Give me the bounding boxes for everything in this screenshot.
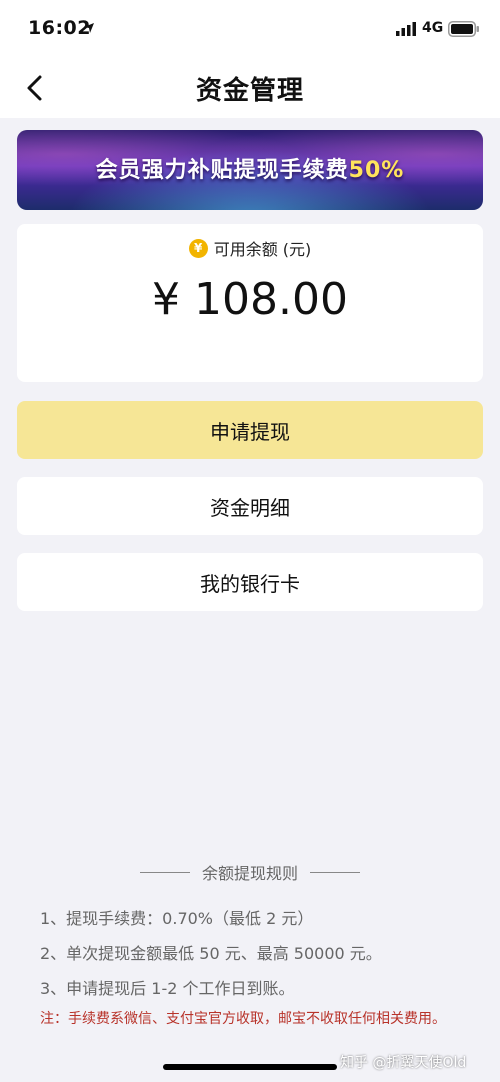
signal-icon: [396, 22, 416, 36]
page-title: 资金管理: [195, 76, 304, 106]
status-bar: 16:02 4G: [0, 0, 500, 58]
rules-title: 余额提现规则: [201, 864, 298, 883]
rules-list: 1、提现手续费：0.70%（最低 2 元） 2、单次提现金额最低 50 元、最高…: [40, 906, 480, 1011]
yen-coin-icon: ¥: [188, 238, 208, 258]
banner-highlight: 50%: [348, 158, 405, 183]
balance-label-row: ¥ 可用余额 (元): [17, 236, 483, 260]
battery-icon: [448, 21, 479, 37]
banner-main-text: 会员强力补贴提现手续费: [95, 158, 349, 183]
home-indicator[interactable]: [163, 1064, 337, 1070]
network-label: 4G: [422, 20, 444, 36]
divider-right: [310, 871, 360, 873]
bank-card-button[interactable]: 我的银行卡: [17, 553, 483, 611]
divider-left: [139, 871, 190, 873]
rule-item: 3、申请提现后 1-2 个工作日到账。: [40, 979, 295, 998]
rules-title-row: 余额提现规则: [0, 860, 500, 884]
banner-text: 会员强力补贴提现手续费50%: [17, 152, 483, 184]
rule-item: 1、提现手续费：0.70%（最低 2 元）: [40, 909, 314, 928]
watermark: 知乎 @折翼天使Old: [340, 1055, 467, 1071]
status-time: 16:02: [28, 17, 91, 39]
rule-item: 2、单次提现金额最低 50 元、最高 50000 元。: [40, 944, 382, 963]
fund-detail-button[interactable]: 资金明细: [17, 477, 483, 535]
rule-note: 注：手续费系微信、支付宝官方收取，邮宝不收取任何相关费用。: [40, 1011, 446, 1027]
nav-bar: 资金管理: [0, 58, 500, 118]
location-arrow-icon: [84, 23, 94, 33]
balance-card: ¥ 可用余额 (元) ¥ 108.00: [17, 224, 483, 382]
balance-amount: ¥ 108.00: [152, 274, 348, 325]
promo-banner[interactable]: 会员强力补贴提现手续费50%: [17, 130, 483, 210]
balance-label: 可用余额 (元): [213, 240, 312, 259]
withdraw-button[interactable]: 申请提现: [17, 401, 483, 459]
